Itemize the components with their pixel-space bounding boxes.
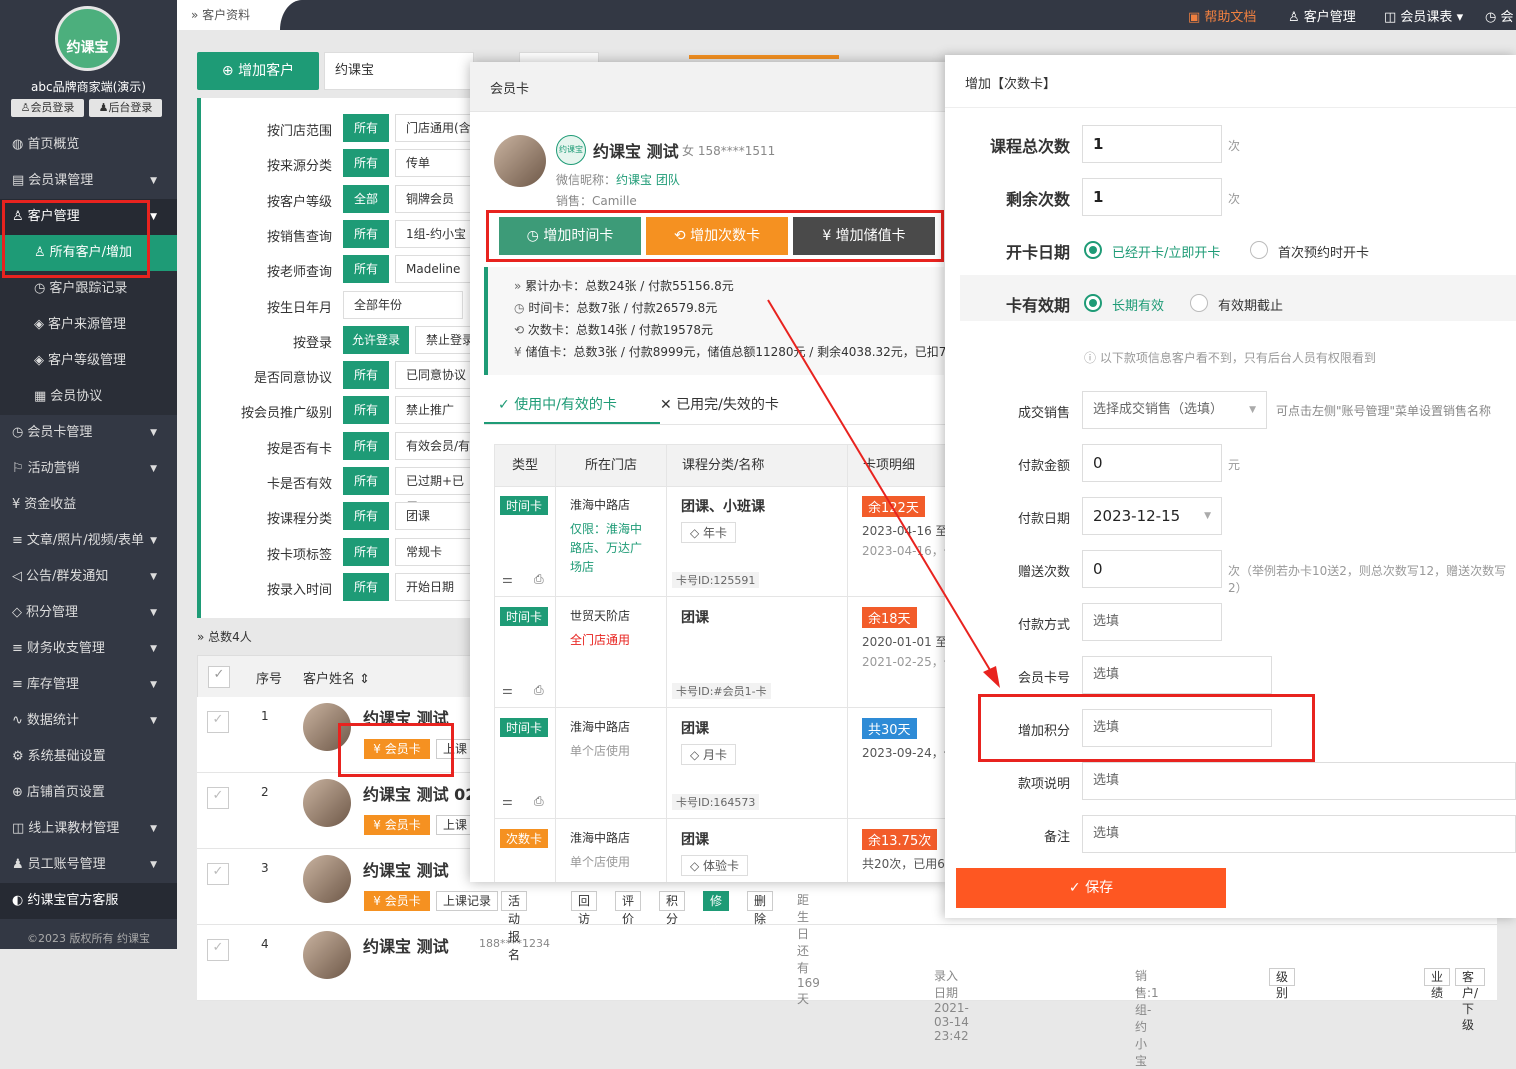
level-button[interactable]: 级别 — [1269, 968, 1296, 1000]
biz-button[interactable]: 业绩 — [1424, 968, 1451, 1000]
sales-note: 销售:1组-约小宝 — [1135, 969, 1159, 1068]
downline-button[interactable]: 客户/下级 — [1455, 968, 1486, 1032]
annotation-arrow — [767, 299, 1000, 688]
entry-date: 录入日期 2021-03-14 23:42 — [934, 969, 969, 1043]
